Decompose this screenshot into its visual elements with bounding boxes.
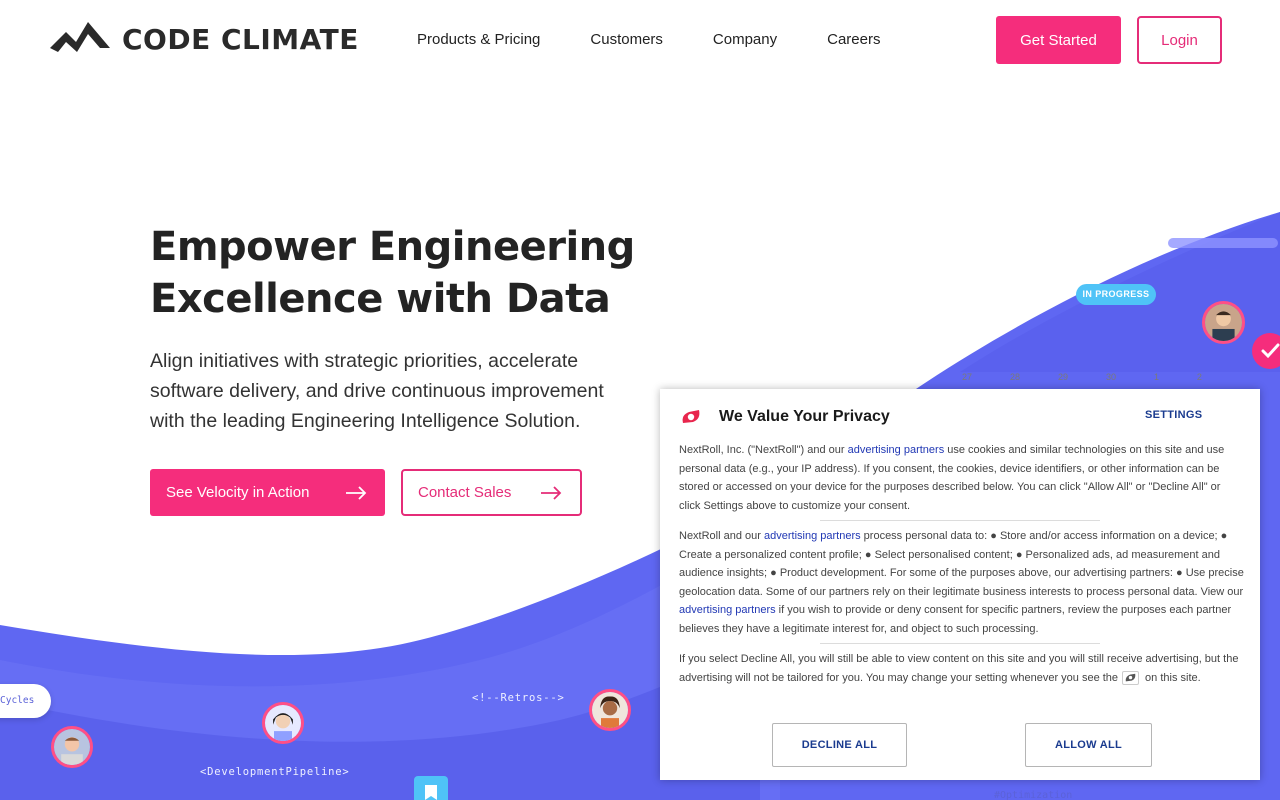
mountain-logo-icon	[50, 22, 110, 52]
code-retros-label: <!--Retros-->	[472, 692, 565, 704]
arrow-right-icon	[346, 485, 367, 500]
person-avatar-icon	[265, 705, 301, 741]
advertising-partners-link[interactable]: advertising partners	[764, 530, 861, 542]
in-progress-badge: IN PROGRESS	[1076, 284, 1156, 305]
calendar-row: 27 28 29 30 1 2	[962, 372, 1202, 382]
advertising-partners-link[interactable]: advertising partners	[679, 604, 776, 616]
cycles-tag: Cycles	[0, 684, 51, 718]
nav-company[interactable]: Company	[713, 31, 777, 48]
arrow-right-icon	[541, 485, 562, 500]
login-button[interactable]: Login	[1137, 16, 1222, 64]
person-avatar-icon	[54, 729, 90, 765]
calendar-day: 27	[962, 372, 973, 382]
bookmark-icon	[414, 776, 448, 800]
hero-title: Empower Engineering Excellence with Data	[150, 224, 635, 322]
divider	[820, 520, 1100, 521]
code-climate-logo[interactable]: CODE CLIMATE	[50, 20, 359, 58]
nextroll-logo-icon	[682, 410, 700, 423]
consent-paragraph: NextRoll, Inc. ("NextRoll") and our adve…	[679, 441, 1244, 515]
get-started-button[interactable]: Get Started	[996, 16, 1121, 64]
calendar-day: 30	[1105, 372, 1116, 382]
allow-all-button[interactable]: ALLOW ALL	[1025, 723, 1152, 767]
code-optimization-label: #Optimization	[994, 790, 1073, 800]
main-nav: Products & Pricing Customers Company Car…	[417, 31, 930, 48]
see-velocity-button[interactable]: See Velocity in Action	[150, 469, 385, 516]
text-fragment: on this site.	[1145, 671, 1201, 684]
decline-info-paragraph: If you select Decline All, you will stil…	[679, 650, 1244, 687]
avatar	[589, 689, 631, 731]
person-avatar-icon	[592, 692, 628, 728]
logo-wordmark: CODE CLIMATE	[122, 22, 359, 56]
decline-all-button[interactable]: DECLINE ALL	[772, 723, 907, 767]
divider	[820, 643, 1100, 644]
hero-subtitle: Align initiatives with strategic priorit…	[150, 350, 604, 432]
nav-careers[interactable]: Careers	[827, 31, 880, 48]
advertising-partners-link[interactable]: advertising partners	[848, 444, 945, 456]
dialog-header: We Value Your Privacy	[679, 407, 890, 427]
privacy-consent-dialog: We Value Your Privacy SETTINGS NextRoll,…	[660, 389, 1260, 780]
site-header: CODE CLIMATE Products & Pricing Customer…	[0, 0, 1280, 82]
contact-sales-label: Contact Sales	[418, 484, 512, 501]
dialog-title: We Value Your Privacy	[719, 408, 890, 425]
calendar-day: 1	[1153, 372, 1159, 382]
calendar-day: 28	[1009, 372, 1020, 382]
calendar-day: 2	[1196, 372, 1202, 382]
avatar	[51, 726, 93, 768]
progress-pill-bar	[1168, 238, 1278, 248]
calendar-day: 29	[1057, 372, 1068, 382]
person-avatar-icon	[1205, 304, 1242, 341]
text-fragment: NextRoll, Inc. ("NextRoll") and our	[679, 444, 848, 456]
settings-link[interactable]: SETTINGS	[1145, 409, 1202, 421]
checkmark-icon	[1252, 333, 1280, 369]
text-fragment: NextRoll and our	[679, 530, 764, 542]
code-pipeline-label: <DevelopmentPipeline>	[200, 766, 350, 778]
contact-sales-button[interactable]: Contact Sales	[401, 469, 582, 516]
nextroll-settings-icon[interactable]	[1122, 670, 1140, 685]
nav-products-pricing[interactable]: Products & Pricing	[417, 31, 540, 48]
see-velocity-label: See Velocity in Action	[166, 484, 310, 501]
avatar	[1202, 301, 1245, 344]
avatar	[262, 702, 304, 744]
nav-customers[interactable]: Customers	[590, 31, 663, 48]
processing-paragraph: NextRoll and our advertising partners pr…	[679, 527, 1244, 639]
